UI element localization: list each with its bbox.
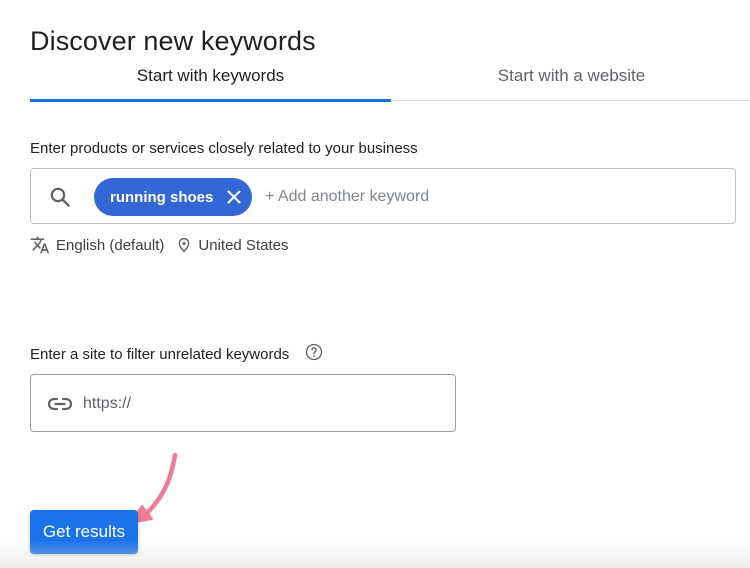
site-filter-label: Enter a site to filter unrelated keyword… <box>30 346 290 363</box>
location-selector[interactable]: United States <box>176 236 288 254</box>
translate-icon <box>30 236 50 254</box>
tab-start-with-keywords[interactable]: Start with keywords <box>30 52 391 99</box>
keyword-chip[interactable]: running shoes <box>94 178 253 216</box>
help-icon[interactable] <box>305 343 323 361</box>
keyword-input-box[interactable]: running shoes <box>30 168 736 224</box>
language-label: English (default) <box>56 236 165 254</box>
search-icon <box>48 185 72 209</box>
site-url-box[interactable] <box>30 374 456 432</box>
get-results-button[interactable]: Get results <box>30 510 138 554</box>
active-tab-indicator <box>30 99 391 102</box>
locale-row: English (default) United States <box>30 234 288 256</box>
location-pin-icon <box>179 237 190 253</box>
close-icon[interactable] <box>226 189 242 205</box>
location-label: United States <box>198 236 289 254</box>
site-url-input[interactable] <box>81 391 445 417</box>
link-icon <box>47 392 73 416</box>
keywords-field-label: Enter products or services closely relat… <box>30 140 418 157</box>
tab-bar: Start with keywords Start with a website <box>30 52 750 102</box>
language-selector[interactable]: English (default) <box>30 235 164 255</box>
tab-start-with-website[interactable]: Start with a website <box>391 52 750 99</box>
keyword-chip-label: running shoes <box>110 188 214 206</box>
add-keyword-input[interactable] <box>263 183 687 211</box>
